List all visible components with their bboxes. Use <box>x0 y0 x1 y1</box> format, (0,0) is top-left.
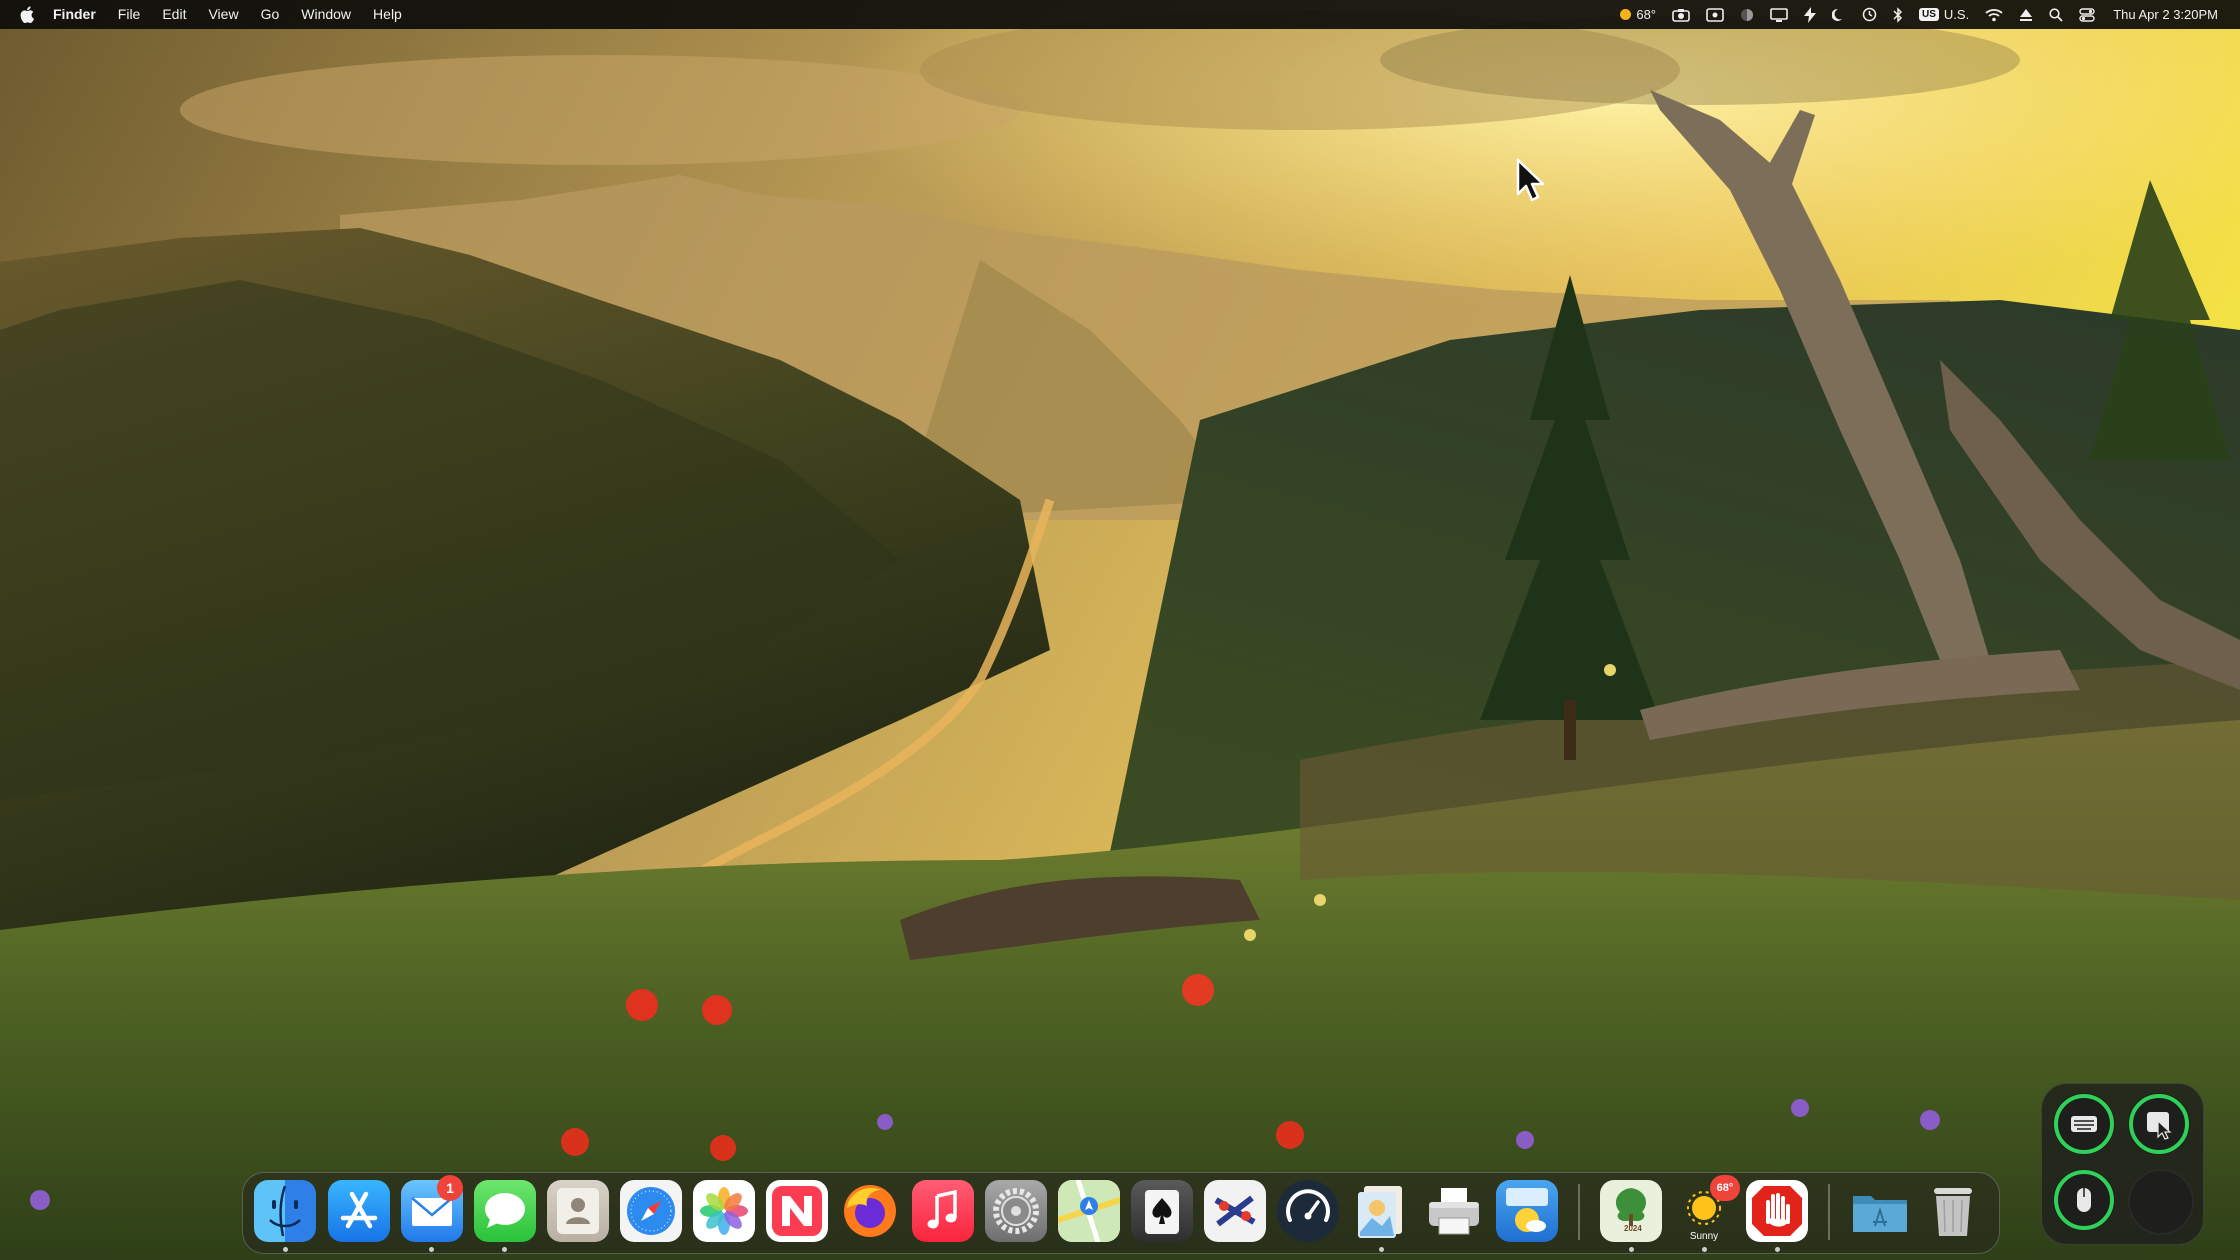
pointer-window-icon <box>2129 1094 2189 1154</box>
control-center-icon[interactable] <box>2079 0 2095 29</box>
dock-firefox[interactable] <box>839 1180 901 1242</box>
firefox-icon <box>844 1185 896 1237</box>
printer-icon <box>1429 1188 1479 1235</box>
weather-temp-badge: 68° <box>1710 1175 1740 1201</box>
menu-edit[interactable]: Edit <box>151 0 197 29</box>
mouse-icon <box>2054 1170 2114 1230</box>
stop-hand-icon <box>1752 1186 1802 1236</box>
dock-weather-widget[interactable] <box>1496 1180 1558 1242</box>
contacts-icon <box>557 1188 599 1234</box>
running-indicator <box>283 1247 288 1252</box>
news-icon <box>772 1186 822 1236</box>
screenshot-icon[interactable] <box>1672 0 1690 29</box>
running-indicator <box>1702 1247 1707 1252</box>
running-indicator <box>1775 1247 1780 1252</box>
pointer-window-button[interactable] <box>2128 1093 2190 1155</box>
weather-clock-icon <box>1506 1188 1548 1232</box>
menu-view[interactable]: View <box>197 0 249 29</box>
solitaire-icon <box>1145 1190 1179 1234</box>
trash-icon <box>1934 1188 1972 1236</box>
desktop-wallpaper <box>0 0 2240 1260</box>
safari-icon <box>627 1187 675 1235</box>
menu-bar: Finder File Edit View Go Window Help 68° <box>0 0 2240 29</box>
spotlight-search-icon[interactable] <box>2049 0 2063 29</box>
menu-help[interactable]: Help <box>362 0 413 29</box>
eject-icon[interactable] <box>2019 0 2033 29</box>
dock-block-app[interactable] <box>1746 1180 1808 1242</box>
app-menu-finder[interactable]: Finder <box>42 0 107 29</box>
battery-bolt-icon[interactable] <box>1804 0 1817 29</box>
running-indicator <box>1379 1247 1384 1252</box>
weather-temperature: 68° <box>1636 7 1657 22</box>
input-source-badge: US <box>1919 8 1939 21</box>
screen-capture-icon[interactable] <box>1706 0 1724 29</box>
weather-status[interactable]: 68° <box>1620 0 1656 29</box>
menu-window[interactable]: Window <box>290 0 362 29</box>
folder-icon <box>1853 1196 1907 1232</box>
keyboard-button[interactable] <box>2053 1093 2115 1155</box>
app-store-icon <box>340 1191 378 1229</box>
dock-music[interactable] <box>912 1180 974 1242</box>
speedometer-icon <box>1286 1189 1330 1222</box>
dock-photos[interactable] <box>693 1180 755 1242</box>
finder-icon <box>269 1185 301 1237</box>
input-source-menu[interactable]: US U.S. <box>1919 0 1969 29</box>
music-icon <box>927 1189 957 1229</box>
photos-icon <box>700 1187 748 1235</box>
menubar-clock[interactable]: Thu Apr 2 3:20PM <box>2113 0 2218 29</box>
time-machine-icon[interactable] <box>1862 0 1877 29</box>
dock-contacts[interactable] <box>547 1180 609 1242</box>
dock-speed-test[interactable] <box>1277 1180 1339 1242</box>
messages-icon <box>485 1193 525 1228</box>
focus-toggle-icon[interactable] <box>1740 0 1754 29</box>
display-icon[interactable] <box>1770 0 1788 29</box>
bluetooth-icon[interactable] <box>1893 0 1903 29</box>
dock-preview[interactable] <box>1350 1180 1412 1242</box>
preview-icon <box>1358 1186 1402 1238</box>
sun-icon <box>1620 9 1632 20</box>
input-source-label: U.S. <box>1943 7 1970 22</box>
running-indicator <box>502 1247 507 1252</box>
dock-separator <box>1828 1184 1830 1240</box>
dock-applications-folder[interactable] <box>1849 1180 1911 1242</box>
wifi-icon[interactable] <box>1985 0 2003 29</box>
dock-solitaire[interactable] <box>1131 1180 1193 1242</box>
running-indicator <box>429 1247 434 1252</box>
network-radar-icon <box>1214 1195 1256 1227</box>
menu-go[interactable]: Go <box>250 0 291 29</box>
mouse-pointer-icon <box>1516 158 1545 202</box>
menu-file[interactable]: File <box>107 0 152 29</box>
dock-finder[interactable] <box>254 1180 316 1242</box>
keyboard-icon <box>2054 1094 2114 1154</box>
dock-safari[interactable] <box>620 1180 682 1242</box>
mouse-button[interactable] <box>2053 1169 2115 1231</box>
dock-news[interactable] <box>766 1180 828 1242</box>
dock-maps[interactable] <box>1058 1180 1120 1242</box>
calendar-year-label: 2024 <box>1624 1224 1642 1233</box>
dock-separator <box>1578 1184 1580 1240</box>
dock-trash[interactable] <box>1922 1180 1984 1242</box>
apple-logo-icon[interactable] <box>12 6 42 23</box>
empty-slot <box>2128 1169 2194 1235</box>
moon-icon[interactable] <box>1832 0 1846 29</box>
sunny-label: Sunny <box>1689 1231 1719 1242</box>
maps-icon <box>1058 1180 1120 1242</box>
dock-system-settings[interactable] <box>985 1180 1047 1242</box>
dock-app-store[interactable] <box>328 1180 390 1242</box>
mail-badge: 1 <box>437 1175 463 1201</box>
system-settings-icon <box>993 1188 1039 1234</box>
running-indicator <box>1629 1247 1634 1252</box>
dock-messages[interactable] <box>474 1180 536 1242</box>
dock-network-radar[interactable] <box>1204 1180 1266 1242</box>
clock-text: Thu Apr 2 3:20PM <box>2113 7 2218 22</box>
dock-printer[interactable] <box>1423 1180 1485 1242</box>
